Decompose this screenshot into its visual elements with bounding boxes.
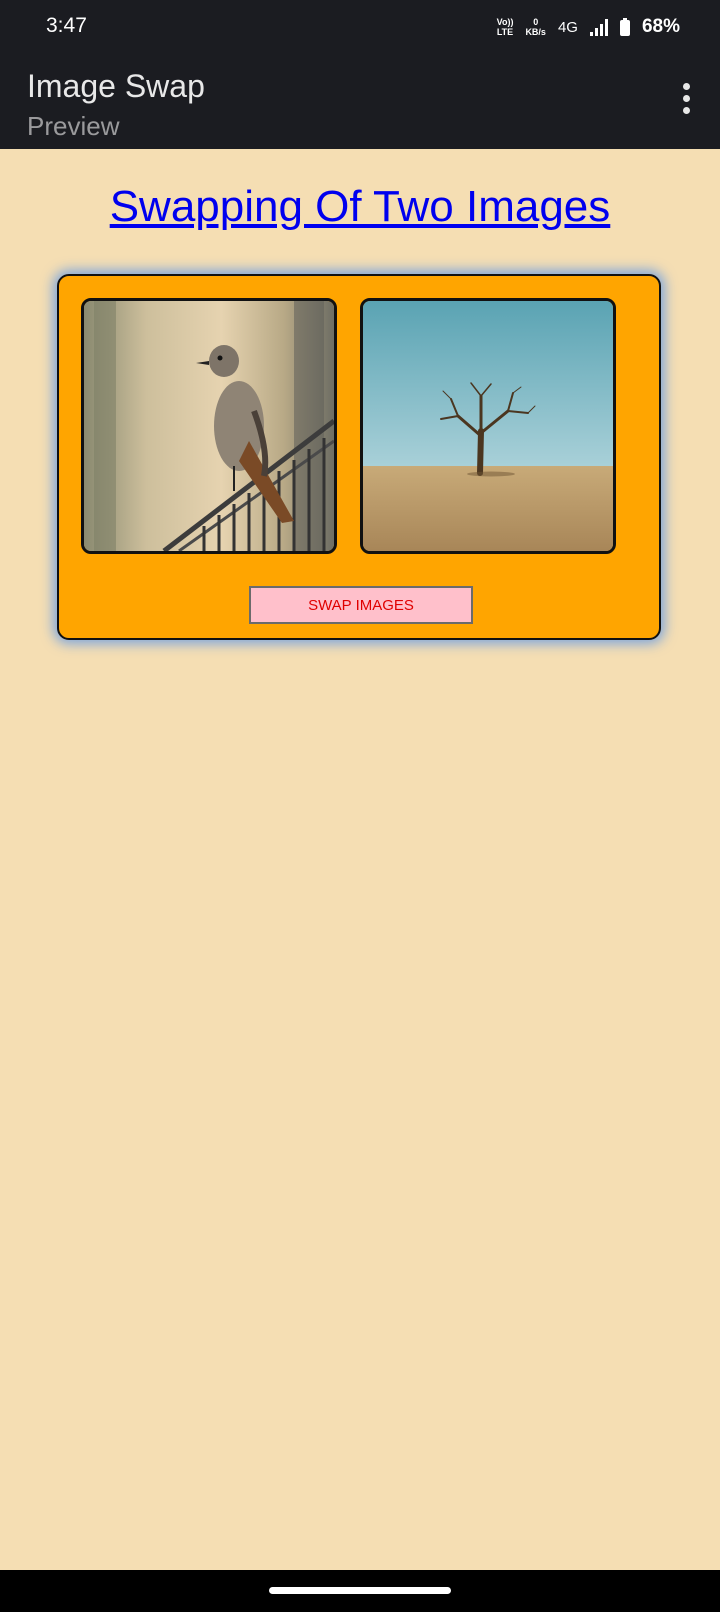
battery-percent: 68%: [641, 16, 680, 37]
image-right-tree[interactable]: [360, 298, 616, 554]
navigation-bar: [0, 1570, 720, 1612]
page-heading[interactable]: Swapping Of Two Images: [0, 182, 720, 232]
status-icons: Vo)) LTE 0 KB/s 4G 68%: [497, 12, 680, 42]
bird-image: [84, 301, 334, 551]
network-speed: 0 KB/s: [525, 17, 546, 37]
home-gesture-pill[interactable]: [269, 1587, 451, 1594]
signal-icon: [589, 18, 608, 36]
status-time: 3:47: [46, 14, 87, 37]
more-vertical-icon[interactable]: [672, 76, 700, 120]
image-card: SWAP IMAGES: [57, 274, 661, 640]
app-title: Image Swap: [27, 68, 205, 104]
app-subtitle: Preview: [27, 111, 120, 141]
app-bar: Image Swap Preview: [0, 56, 720, 149]
tree-image: [363, 301, 613, 551]
battery-icon: [619, 18, 630, 36]
status-bar: 3:47 Vo)) LTE 0 KB/s 4G 68%: [0, 0, 720, 56]
image-left-bird[interactable]: [81, 298, 337, 554]
network-type: 4G: [557, 18, 578, 36]
swap-images-button[interactable]: SWAP IMAGES: [249, 586, 473, 624]
volte-icon: Vo)) LTE: [496, 17, 514, 37]
